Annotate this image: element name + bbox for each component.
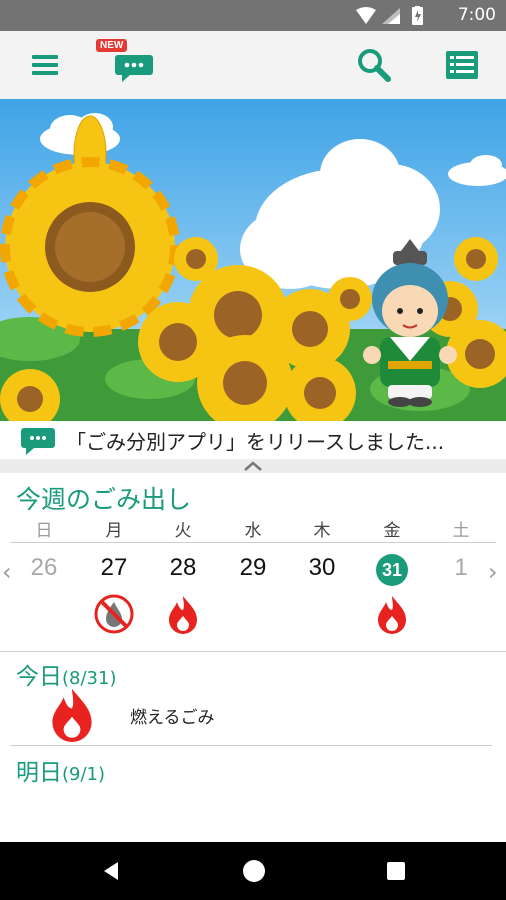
day-of-week-row: 日 月 火 水 木 金 土 <box>10 514 496 543</box>
today-trash-type[interactable]: 燃えるごみ <box>130 703 215 728</box>
tomorrow-label: 明日 <box>16 760 62 786</box>
date-cell[interactable]: 27 <box>84 554 144 582</box>
date-cell[interactable]: 29 <box>223 554 283 582</box>
dow-wed: 水 <box>244 521 262 541</box>
divider <box>10 745 492 746</box>
search-icon[interactable] <box>352 43 396 87</box>
date-cell[interactable]: 26 <box>14 554 74 582</box>
app-bar: NEW <box>0 31 506 100</box>
system-nav-bar <box>0 842 506 900</box>
divider <box>0 651 506 652</box>
new-badge: NEW <box>96 39 128 52</box>
dow-tue: 火 <box>174 521 192 541</box>
news-text[interactable]: 「ごみ分別アプリ」をリリースしました... <box>66 426 496 455</box>
news-bar[interactable]: 「ごみ分別アプリ」をリリースしました... <box>0 421 506 459</box>
menu-icon[interactable] <box>22 43 66 87</box>
date-cell[interactable]: 28 <box>153 554 213 582</box>
no-burn-trash-icon[interactable] <box>94 594 134 634</box>
status-time: 7:00 <box>457 5 496 25</box>
chevron-up-icon[interactable] <box>243 460 263 472</box>
dow-thu: 木 <box>313 521 331 541</box>
dow-mon: 月 <box>105 521 123 541</box>
prev-week-arrow-icon[interactable]: ‹ <box>2 558 12 586</box>
weekly-schedule-title: 今週のごみ出し <box>16 485 192 514</box>
date-cell[interactable]: 1 <box>431 554 491 582</box>
burnable-trash-icon <box>52 688 92 742</box>
dow-sat: 土 <box>452 521 470 541</box>
tomorrow-date: (9/1) <box>62 764 106 785</box>
status-icons <box>356 6 423 25</box>
dow-fri: 金 <box>383 521 401 541</box>
collapse-toggle[interactable] <box>0 459 506 473</box>
date-cell[interactable]: 30 <box>292 554 352 582</box>
sunflower-field-illustration <box>0 99 506 421</box>
home-icon[interactable] <box>242 859 266 883</box>
back-icon[interactable] <box>100 860 122 882</box>
date-cell-today[interactable]: 31 <box>376 554 408 586</box>
status-bar: 7:00 <box>0 0 506 31</box>
burnable-trash-icon[interactable] <box>372 594 412 634</box>
dow-sun: 日 <box>35 521 53 541</box>
list-icon[interactable] <box>440 43 484 87</box>
recents-icon[interactable] <box>386 861 406 881</box>
chat-bubble-icon <box>21 428 55 455</box>
banner-image[interactable] <box>0 99 506 421</box>
tomorrow-heading: 明日(9/1) <box>16 753 105 787</box>
wifi-icon <box>356 7 376 24</box>
burnable-trash-icon[interactable] <box>163 594 203 634</box>
